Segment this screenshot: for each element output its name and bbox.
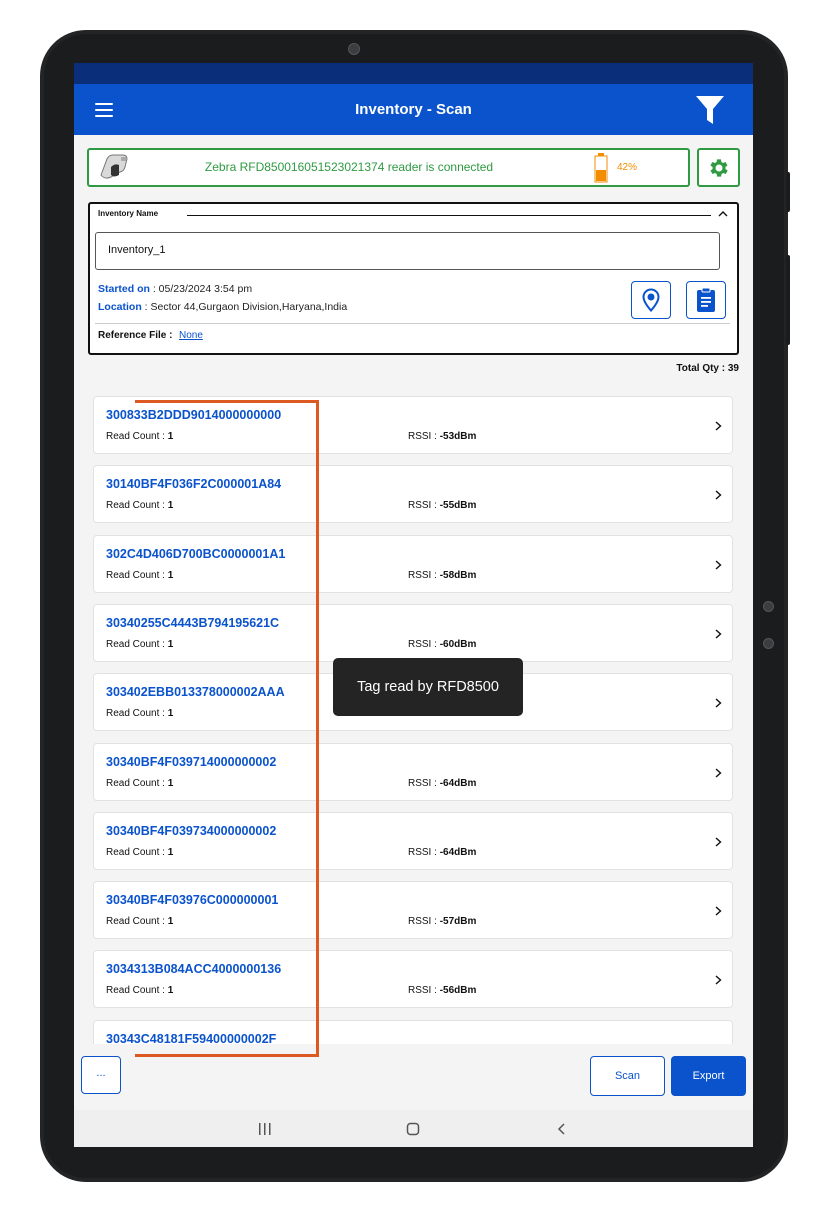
rssi-value: -64dBm (439, 777, 477, 789)
inventory-name-field[interactable]: Inventory_1 (95, 232, 720, 270)
rssi-value: -58dBm (439, 569, 477, 581)
started-on-value: : 05/23/2024 3:54 pm (152, 283, 253, 295)
camera (348, 43, 360, 55)
rssi-value: -55dBm (439, 500, 477, 512)
document-button[interactable] (686, 281, 726, 319)
home-icon[interactable] (406, 1122, 420, 1136)
rssi: RSSI : -64dBm (408, 847, 476, 858)
battery-percentage: 42% (617, 162, 638, 173)
gear-icon (710, 159, 728, 177)
chevron-right-icon (715, 975, 722, 985)
rssi-label: RSSI : (408, 846, 440, 858)
rssi-label: RSSI : (408, 431, 440, 442)
rssi-label: RSSI : (408, 777, 440, 789)
location-button[interactable] (631, 281, 671, 319)
rssi-label: RSSI : (408, 916, 440, 928)
chevron-up-icon[interactable] (718, 210, 728, 218)
inventory-card: Inventory Name Inventory_1 Started on : … (88, 202, 739, 355)
status-bar (74, 63, 753, 84)
total-qty: Total Qty : 39 (676, 363, 739, 374)
started-on-label: Started on (98, 283, 150, 295)
chevron-right-icon (715, 629, 722, 639)
battery-icon (594, 153, 608, 183)
chevron-right-icon (715, 560, 722, 570)
divider (95, 323, 730, 324)
annotation-tooltip: Tag read by RFD8500 (333, 658, 523, 716)
rssi-value: -53dBm (439, 431, 477, 442)
annotation-bracket (135, 400, 319, 1057)
chevron-right-icon (715, 906, 722, 916)
chevron-right-icon (715, 490, 722, 500)
location: Location : Sector 44,Gurgaon Division,Ha… (98, 301, 347, 313)
reference-file-label: Reference File : (98, 330, 173, 341)
divider (187, 215, 711, 216)
rssi-value: -56dBm (439, 985, 477, 997)
sensor-dot (763, 601, 774, 612)
rssi: RSSI : -60dBm (408, 639, 476, 650)
reference-file-link[interactable]: None (179, 330, 203, 341)
reader-status-bar: Zebra RFD850016051523021374 reader is co… (87, 148, 690, 187)
export-button[interactable]: Export (671, 1056, 746, 1096)
rssi-value: -60dBm (439, 638, 477, 650)
recent-apps-icon[interactable] (258, 1122, 272, 1136)
rssi: RSSI : -53dBm (408, 431, 476, 442)
rssi: RSSI : -57dBm (408, 916, 476, 927)
rssi-label: RSSI : (408, 569, 440, 581)
inventory-name-label: Inventory Name (98, 209, 159, 218)
rssi-label: RSSI : (408, 638, 440, 650)
clipboard-icon (697, 287, 715, 312)
rssi: RSSI : -64dBm (408, 778, 476, 789)
rssi-label: RSSI : (408, 985, 440, 997)
chevron-right-icon (715, 698, 722, 708)
scan-button[interactable]: Scan (590, 1056, 665, 1096)
rssi: RSSI : -56dBm (408, 985, 476, 996)
page-title: Inventory - Scan (355, 101, 472, 118)
rssi-label: RSSI : (408, 500, 440, 512)
location-label: Location (98, 301, 142, 313)
chevron-right-icon (715, 767, 722, 778)
back-icon[interactable] (555, 1122, 569, 1136)
rssi: RSSI : -58dBm (408, 570, 476, 581)
chevron-right-icon (715, 421, 722, 431)
power-button (786, 255, 790, 345)
settings-button[interactable] (697, 148, 740, 187)
started-on: Started on : 05/23/2024 3:54 pm (98, 283, 252, 295)
volume-button (786, 172, 790, 212)
more-button[interactable]: ... (81, 1056, 121, 1094)
rssi: RSSI : -55dBm (408, 500, 476, 511)
rssi-value: -57dBm (439, 916, 477, 928)
rssi-value: -64dBm (439, 846, 477, 858)
system-nav-bar (74, 1110, 753, 1147)
sensor-dot (763, 638, 774, 649)
rfid-reader-icon (100, 154, 128, 179)
chevron-right-icon (715, 837, 722, 847)
map-pin-icon (642, 288, 660, 312)
filter-icon[interactable] (694, 93, 726, 127)
location-value: : Sector 44,Gurgaon Division,Haryana,Ind… (144, 301, 348, 313)
reader-connection-text: Zebra RFD850016051523021374 reader is co… (204, 160, 494, 174)
